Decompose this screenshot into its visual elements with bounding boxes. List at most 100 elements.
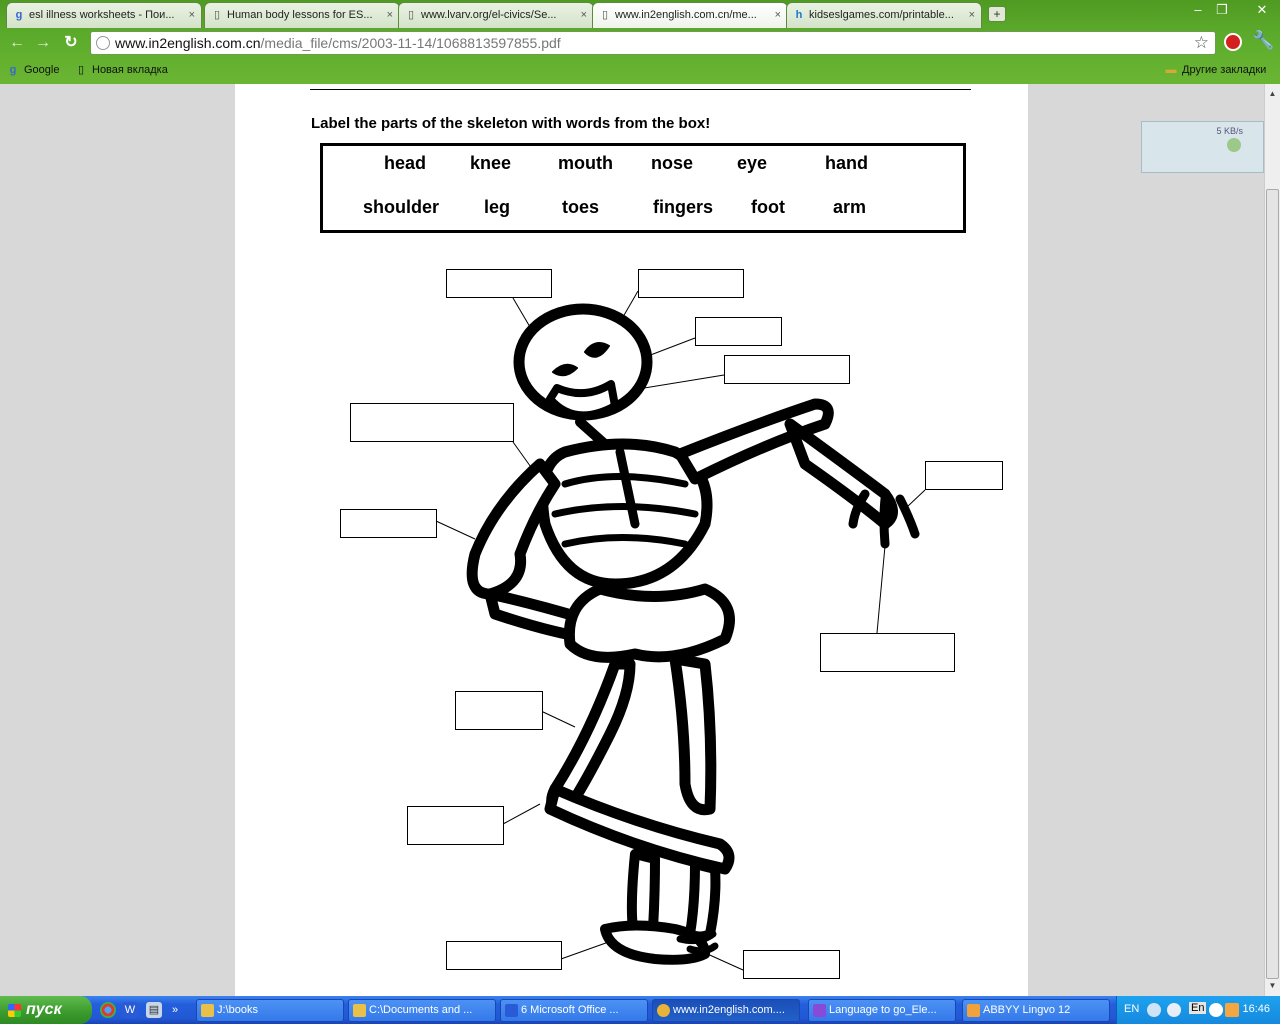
windows-logo-icon (8, 1004, 21, 1017)
folder-icon (201, 1004, 214, 1017)
bookmark-label: Новая вкладка (92, 64, 168, 76)
page-info-icon[interactable] (96, 36, 110, 50)
word-icon (505, 1004, 518, 1017)
lingvo-icon (967, 1004, 980, 1017)
bookmark-new-tab[interactable]: ▯ Новая вкладка (74, 63, 168, 77)
task-books[interactable]: J:\books (196, 999, 344, 1022)
close-icon[interactable]: × (969, 3, 975, 27)
bookmarks-bar: g Google ▯ Новая вкладка ▬ Другие заклад… (0, 58, 1280, 82)
chrome-quicklaunch-icon[interactable] (100, 1002, 116, 1018)
label-box-mouth (724, 355, 850, 384)
lang-bar-icon[interactable]: En (1189, 1002, 1207, 1014)
extension-icon[interactable] (1224, 33, 1242, 51)
browser-chrome: g esl illness worksheets - Пои... × ▯ Hu… (0, 0, 1280, 84)
tab-title: Human body lessons for ES... (227, 9, 373, 21)
tab-esl-illness[interactable]: g esl illness worksheets - Пои... × (6, 2, 202, 28)
lingvo-tray-icon[interactable] (1225, 1003, 1239, 1017)
tab-human-body[interactable]: ▯ Human body lessons for ES... × (204, 2, 400, 28)
label-box-fingers (820, 633, 955, 672)
task-chrome[interactable]: www.in2english.com.... (652, 999, 800, 1022)
bookmark-google[interactable]: g Google (6, 63, 60, 77)
label-box-leg (455, 691, 543, 730)
tab-lvarv[interactable]: ▯ www.lvarv.org/el-civics/Se... × (398, 2, 594, 28)
folder-icon (353, 1004, 366, 1017)
tab-strip: g esl illness worksheets - Пои... × ▯ Hu… (0, 0, 1280, 28)
task-documents[interactable]: C:\Documents and ... (348, 999, 496, 1022)
star-icon[interactable]: ☆ (1194, 32, 1209, 54)
label-box-head (446, 269, 552, 298)
network-icon[interactable] (1167, 1003, 1181, 1017)
tab-title: www.lvarv.org/el-civics/Se... (421, 9, 557, 21)
task-abbyy-lingvo[interactable]: ABBYY Lingvo 12 (962, 999, 1110, 1022)
forward-icon[interactable]: → (32, 32, 54, 54)
task-label: www.in2english.com.... (673, 1004, 785, 1016)
google-icon: g (9, 64, 17, 76)
label-box-arm (340, 509, 437, 538)
task-label: C:\Documents and ... (369, 1004, 473, 1016)
label-box-shoulder (350, 403, 514, 442)
start-label: пуск (26, 1001, 62, 1018)
notepad-quicklaunch-icon[interactable]: ▤ (146, 1002, 162, 1018)
start-button[interactable]: пуск (0, 996, 92, 1024)
task-language-to-go[interactable]: Language to go_Ele... (808, 999, 956, 1022)
tab-title: kidseslgames.com/printable... (809, 9, 954, 21)
tab-in2english[interactable]: ▯ www.in2english.com.cn/me... × (592, 2, 788, 28)
task-label: Language to go_Ele... (829, 1004, 937, 1016)
scroll-down-icon[interactable]: ▼ (1265, 978, 1280, 994)
label-box-hand (925, 461, 1003, 490)
task-label: 6 Microsoft Office ... (521, 1004, 619, 1016)
other-bookmarks[interactable]: ▬ Другие закладки (1164, 63, 1267, 77)
task-label: ABBYY Lingvo 12 (983, 1004, 1071, 1016)
vertical-scrollbar[interactable]: ▲ ▼ (1264, 84, 1280, 996)
label-box-knee (407, 806, 504, 845)
scroll-thumb[interactable] (1266, 189, 1279, 979)
new-tab-button[interactable]: + (988, 6, 1006, 22)
bookmark-label: Google (24, 64, 60, 76)
url-host: www.in2english.com.cn (115, 35, 261, 51)
address-bar[interactable]: www.in2english.com.cn/media_file/cms/200… (90, 31, 1216, 55)
close-icon[interactable]: × (387, 3, 393, 27)
task-label: J:\books (217, 1004, 258, 1016)
maximize-icon[interactable]: ❐ (1212, 2, 1232, 18)
chrome-icon (657, 1004, 670, 1017)
page-icon: ▯ (77, 64, 85, 76)
tray-arrow-icon[interactable] (1147, 1003, 1161, 1017)
system-tray: EN En 16:46 (1116, 996, 1280, 1024)
skeleton-illustration (435, 290, 926, 971)
other-bookmarks-label: Другие закладки (1182, 64, 1267, 76)
page-icon: ▯ (213, 9, 221, 21)
reload-icon[interactable]: ↻ (60, 32, 82, 54)
page-icon: ▯ (601, 9, 609, 21)
label-box-foot (446, 941, 562, 970)
minimize-icon[interactable]: – (1188, 2, 1208, 18)
close-icon[interactable]: × (775, 3, 781, 27)
close-icon[interactable]: × (189, 3, 195, 27)
download-indicator[interactable]: 5 KB/s (1141, 121, 1264, 173)
url-path: /media_file/cms/2003-11-14/1068813597855… (260, 35, 561, 51)
back-icon[interactable]: ← (6, 32, 28, 54)
label-box-eye (638, 269, 744, 298)
label-box-toes (743, 950, 840, 979)
download-progress-icon (1227, 138, 1241, 152)
tab-title: www.in2english.com.cn/me... (615, 9, 757, 21)
antivirus-icon[interactable] (1209, 1003, 1223, 1017)
wrench-icon[interactable]: 🔧 (1252, 30, 1274, 51)
clock: 16:46 (1242, 1003, 1270, 1015)
kidseslgames-icon: h (795, 9, 803, 21)
scroll-up-icon[interactable]: ▲ (1265, 86, 1280, 102)
label-box-nose (695, 317, 782, 346)
google-icon: g (15, 9, 23, 21)
close-icon[interactable]: × (581, 3, 587, 27)
pdf-page: Label the parts of the skeleton with wor… (235, 84, 1028, 996)
close-window-icon[interactable]: ✕ (1252, 2, 1272, 18)
word-quicklaunch-icon[interactable]: W (122, 1002, 138, 1018)
tab-kidseslgames[interactable]: h kidseslgames.com/printable... × (786, 2, 982, 28)
page-icon: ▯ (407, 9, 415, 21)
tab-title: esl illness worksheets - Пои... (29, 9, 175, 21)
task-microsoft-office[interactable]: 6 Microsoft Office ... (500, 999, 648, 1022)
taskbar: пуск W ▤ » J:\books C:\Documents and ...… (0, 996, 1280, 1024)
download-speed: 5 KB/s (1216, 126, 1243, 136)
quicklaunch-more-icon[interactable]: » (170, 1002, 180, 1018)
pdf-viewer[interactable]: Label the parts of the skeleton with wor… (0, 84, 1264, 996)
language-indicator[interactable]: EN (1124, 1003, 1139, 1015)
